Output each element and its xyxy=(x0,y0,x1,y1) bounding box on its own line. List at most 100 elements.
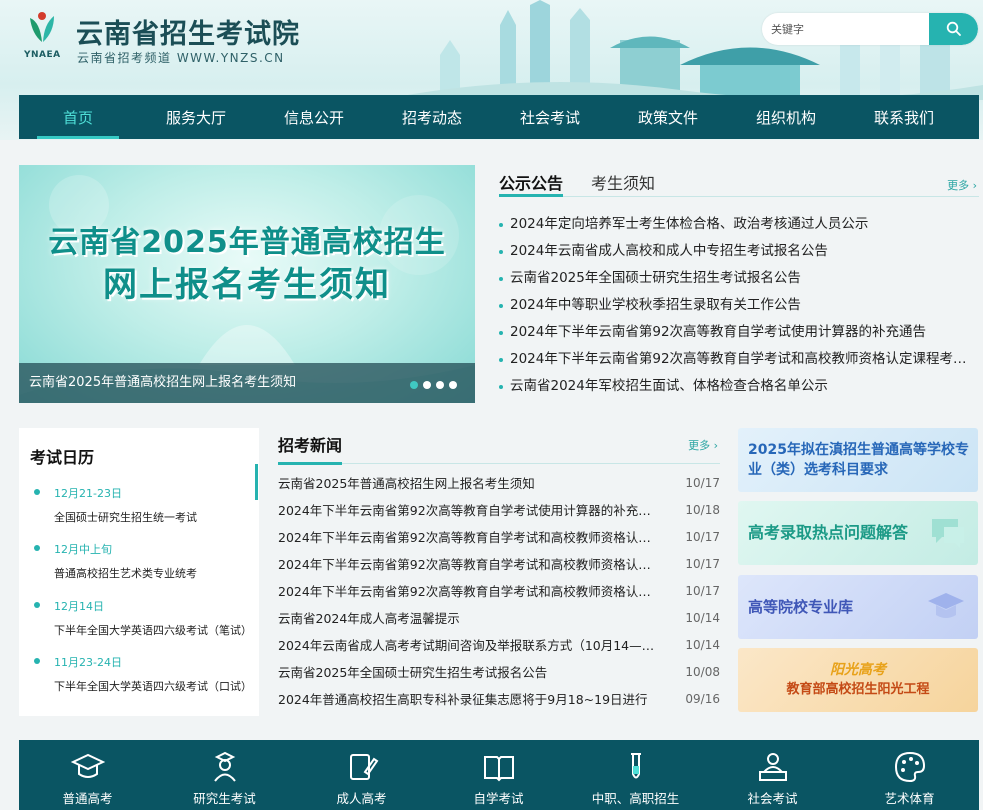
admission-news-panel: 招考新闻 更多 › 云南省2025年普通高校招生网上报名考生须知 10/17 20… xyxy=(278,428,720,716)
card-subject-requirements[interactable]: 2025年拟在滇招生普通高等学校专业（类）选考科目要求 xyxy=(738,428,978,492)
site-subtitle: 云南省招考频道 WWW.YNZS.CN xyxy=(77,51,285,65)
main-nav: 首页 服务大厅 信息公开 招考动态 社会考试 政策文件 组织机构 联系我们 xyxy=(19,95,979,139)
site-logo-icon xyxy=(30,12,54,42)
card-label-text: 教育部高校招生阳光工程 xyxy=(786,682,930,697)
list-item[interactable]: 2024年下半年云南省第92次高等教育自学考试使用计算器的补充通告 xyxy=(499,319,979,346)
news-row[interactable]: 2024年下半年云南省第92次高等教育自学考试和高校教师资格认定课程考试考生须知… xyxy=(278,578,720,605)
list-item[interactable]: 2024年云南省成人高校和成人中专招生考试报名公告 xyxy=(499,238,979,265)
news-more-link[interactable]: 更多 › xyxy=(688,437,718,453)
list-item[interactable]: 云南省2025年全国硕士研究生招生考试报名公告 xyxy=(499,265,979,292)
nav-info-disclosure[interactable]: 信息公开 xyxy=(255,95,373,139)
open-book-icon xyxy=(483,756,514,782)
card-admission-faq[interactable]: 高考录取热点问题解答 xyxy=(738,501,978,565)
search-button[interactable] xyxy=(929,13,978,45)
more-label: 更多 xyxy=(947,179,970,192)
nav-service-hall[interactable]: 服务大厅 xyxy=(137,95,255,139)
search-box xyxy=(762,13,978,45)
quick-link-vocational[interactable]: 中职、高职招生 xyxy=(567,740,704,810)
list-item[interactable]: 2024年下半年云南省第92次高等教育自学考试和高校教师资格认定课程考试安排 xyxy=(499,346,979,373)
list-item[interactable]: 云南省2024年军校招生面试、体格检查合格名单公示 xyxy=(499,373,979,400)
test-tube-icon xyxy=(630,753,641,779)
quick-link-label: 社会考试 xyxy=(747,791,798,806)
quick-link-social-exam[interactable]: 社会考试 xyxy=(704,740,841,810)
news-header: 招考新闻 更多 › xyxy=(278,428,720,465)
logo-abbreviation: YNAEA xyxy=(24,50,61,60)
person-desk-icon xyxy=(758,753,787,781)
carousel-dots xyxy=(410,381,457,389)
news-item-date: 10/17 xyxy=(685,530,720,544)
news-item-date: 10/17 xyxy=(685,476,720,490)
calendar-item[interactable]: 12月14日 下半年全国大学英语四六级考试（笔试） xyxy=(34,598,254,638)
calendar-event: 下半年全国大学英语四六级考试（口试） xyxy=(54,680,252,693)
graduation-cap-icon xyxy=(928,593,964,618)
nav-organization[interactable]: 组织机构 xyxy=(727,95,845,139)
news-row[interactable]: 云南省2025年普通高校招生网上报名考生须知 10/17 xyxy=(278,470,720,497)
calendar-item[interactable]: 12月21-23日 全国硕士研究生招生统一考试 xyxy=(34,485,254,525)
news-row[interactable]: 2024年下半年云南省第92次高等教育自学考试使用计算器的补充通告 10/18 xyxy=(278,497,720,524)
news-item-title: 2024年下半年云南省第92次高等教育自学考试和高校教师资格认定课程考试报考 xyxy=(278,557,658,572)
calendar-event: 普通高校招生艺术类专业统考 xyxy=(54,567,197,580)
card-major-database[interactable]: 高等院校专业库 xyxy=(738,575,978,639)
carousel-dot[interactable] xyxy=(423,381,431,389)
calendar-event: 下半年全国大学英语四六级考试（笔试） xyxy=(54,624,252,637)
quick-link-gaokao[interactable]: 普通高考 xyxy=(19,740,156,810)
calendar-item[interactable]: 11月23-24日 下半年全国大学英语四六级考试（口试） xyxy=(34,654,254,694)
list-item[interactable]: 2024年定向培养军士考生体检合格、政治考核通过人员公示 xyxy=(499,211,979,238)
news-item-title: 2024年普通高校招生高职专科补录征集志愿将于9月18~19日进行 xyxy=(278,692,648,707)
tab-candidate-notes[interactable]: 考生须知 xyxy=(591,165,655,197)
quick-link-label: 中职、高职招生 xyxy=(591,791,680,806)
news-row[interactable]: 云南省2024年成人高考温馨提示 10/14 xyxy=(278,605,720,632)
news-row[interactable]: 云南省2025年全国硕士研究生招生考试报名公告 10/08 xyxy=(278,659,720,686)
news-item-title: 云南省2025年普通高校招生网上报名考生须知 xyxy=(278,476,535,491)
search-input[interactable] xyxy=(762,13,929,45)
quick-link-label: 普通高考 xyxy=(62,791,113,806)
calendar-date: 12月14日 xyxy=(34,598,254,614)
calendar-date: 12月中上旬 xyxy=(34,541,254,557)
news-item-date: 10/18 xyxy=(685,503,720,517)
card-label: 高考录取热点问题解答 xyxy=(748,523,909,542)
nav-policy-documents[interactable]: 政策文件 xyxy=(609,95,727,139)
quick-link-label: 研究生考试 xyxy=(193,791,256,806)
banner-headline: 云南省2025年普通高校招生 xyxy=(48,225,446,260)
news-item-title: 云南省2025年全国硕士研究生招生考试报名公告 xyxy=(278,665,548,680)
palette-icon xyxy=(894,751,925,783)
nav-admission-news[interactable]: 招考动态 xyxy=(373,95,491,139)
card-label: 阳光高考 教育部高校招生阳光工程 xyxy=(738,660,978,700)
exam-calendar: 考试日历 12月21-23日 全国硕士研究生招生统一考试 12月中上旬 普通高校… xyxy=(19,428,259,716)
sunshine-logo-text: 阳光高考 xyxy=(830,662,886,678)
notice-list: 2024年定向培养军士考生体检合格、政治考核通过人员公示 2024年云南省成人高… xyxy=(499,211,979,400)
quick-link-self-study[interactable]: 自学考试 xyxy=(430,740,567,810)
banner-carousel[interactable]: 云南省2025年普通高校招生 网上报名考生须知 云南省2025年普通高校招生网上… xyxy=(19,165,475,403)
news-row[interactable]: 2024年云南省成人高考考试期间咨询及举报联系方式（10月14—21日） 10/1… xyxy=(278,632,720,659)
nav-social-exams[interactable]: 社会考试 xyxy=(491,95,609,139)
quick-link-postgraduate[interactable]: 研究生考试 xyxy=(156,740,293,810)
carousel-dot[interactable] xyxy=(436,381,444,389)
banner-caption[interactable]: 云南省2025年普通高校招生网上报名考生须知 xyxy=(19,363,475,403)
site-title: 云南省招生考试院 xyxy=(76,19,300,50)
carousel-dot[interactable] xyxy=(449,381,457,389)
nav-contact-us[interactable]: 联系我们 xyxy=(845,95,963,139)
calendar-scrollbar[interactable] xyxy=(255,464,258,500)
chevron-right-icon: › xyxy=(713,439,718,452)
news-item-date: 10/08 xyxy=(685,665,720,679)
quick-link-label: 艺术体育 xyxy=(884,791,935,806)
quick-link-adult-exam[interactable]: 成人高考 xyxy=(293,740,430,810)
card-label: 2025年拟在滇招生普通高等学校专业（类）选考科目要求 xyxy=(748,442,969,478)
notice-more-link[interactable]: 更多 › xyxy=(947,177,977,193)
calendar-date: 11月23-24日 xyxy=(34,654,254,670)
calendar-date: 12月21-23日 xyxy=(34,485,254,501)
nav-home[interactable]: 首页 xyxy=(19,95,137,139)
card-label: 高等院校专业库 xyxy=(748,598,854,616)
list-item[interactable]: 2024年中等职业学校秋季招生录取有关工作公告 xyxy=(499,292,979,319)
news-item-title: 2024年下半年云南省第92次高等教育自学考试和高校教师资格认定课程考试安排 xyxy=(278,530,658,545)
carousel-dot[interactable] xyxy=(410,381,418,389)
news-row[interactable]: 2024年下半年云南省第92次高等教育自学考试和高校教师资格认定课程考试安排 10… xyxy=(278,524,720,551)
tab-announcements[interactable]: 公示公告 xyxy=(499,165,564,197)
news-row[interactable]: 2024年普通高校招生高职专科补录征集志愿将于9月18~19日进行 09/16 xyxy=(278,686,720,713)
card-sunshine-project[interactable]: 阳光高考 教育部高校招生阳光工程 xyxy=(738,648,978,712)
quick-link-arts-sports[interactable]: 艺术体育 xyxy=(841,740,978,810)
news-list: 云南省2025年普通高校招生网上报名考生须知 10/17 2024年下半年云南省第… xyxy=(278,470,720,713)
calendar-item[interactable]: 12月中上旬 普通高校招生艺术类专业统考 xyxy=(34,541,254,581)
chat-bubble-icon xyxy=(932,519,964,548)
news-row[interactable]: 2024年下半年云南省第92次高等教育自学考试和高校教师资格认定课程考试报考 10… xyxy=(278,551,720,578)
